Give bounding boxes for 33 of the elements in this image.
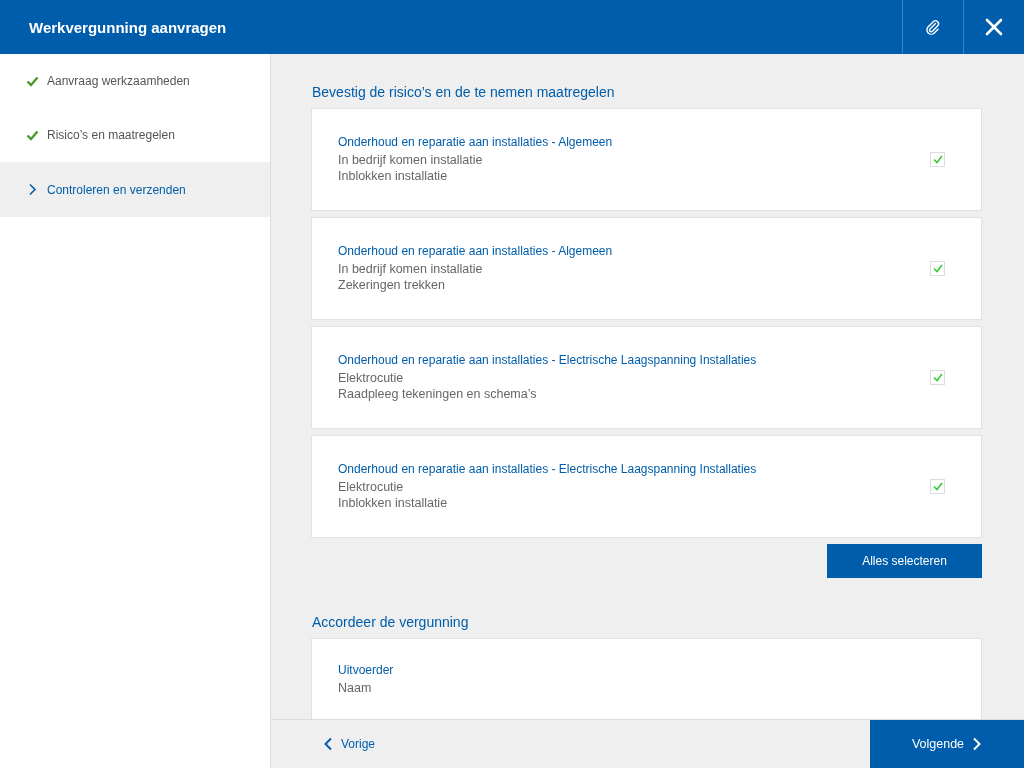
risk-text: Elektrocutie bbox=[338, 370, 405, 386]
risk-text: Elektrocutie bbox=[338, 479, 405, 495]
next-button[interactable]: Volgende bbox=[870, 720, 1024, 768]
chevron-left-icon bbox=[323, 737, 333, 751]
previous-button[interactable]: Vorige bbox=[271, 720, 382, 768]
measure-text: Inblokken installatie bbox=[338, 495, 449, 511]
measure-text: Raadpleeg tekeningen en schema’s bbox=[338, 386, 538, 402]
sidebar-item[interactable]: Risico’s en maatregelen bbox=[0, 108, 270, 162]
close-icon bbox=[985, 18, 1003, 36]
measure-text: Zekeringen trekken bbox=[338, 277, 446, 293]
check-icon bbox=[26, 129, 39, 141]
field-value: Naam bbox=[338, 680, 373, 696]
check-icon bbox=[26, 75, 39, 87]
paperclip-icon bbox=[925, 19, 941, 35]
field-label: Uitvoerder bbox=[338, 663, 394, 677]
checkbox[interactable] bbox=[930, 479, 945, 494]
sidebar-item[interactable]: Controleren en verzenden bbox=[0, 162, 270, 217]
risk-title: Onderhoud en reparatie aan installaties - Electrische Laagspanning Installaties bbox=[338, 353, 757, 367]
risk-text: In bedrijf komen installatie bbox=[338, 152, 484, 168]
select-all-button[interactable]: Alles selecteren bbox=[827, 544, 982, 578]
risk-title: Onderhoud en reparatie aan installaties - Algemeen bbox=[338, 135, 613, 149]
checkbox[interactable] bbox=[930, 152, 945, 167]
measure-text: Inblokken installatie bbox=[338, 168, 449, 184]
risk-title: Onderhoud en reparatie aan installaties - Algemeen bbox=[338, 244, 613, 258]
risk-text: In bedrijf komen installatie bbox=[338, 261, 484, 277]
checkbox[interactable] bbox=[930, 261, 945, 276]
window-title: Werkvergunning aanvragen bbox=[29, 18, 227, 36]
sidebar-item[interactable]: Aanvraag werkzaamheden bbox=[0, 54, 270, 108]
risk-title: Onderhoud en reparatie aan installaties - Electrische Laagspanning Installaties bbox=[338, 462, 757, 476]
section-heading: Accordeer de vergunning bbox=[312, 614, 470, 630]
checkbox[interactable] bbox=[930, 370, 945, 385]
chevron-right-icon bbox=[972, 737, 983, 751]
section-heading: Bevestig de risico’s en de te nemen maatregelen bbox=[312, 84, 616, 100]
